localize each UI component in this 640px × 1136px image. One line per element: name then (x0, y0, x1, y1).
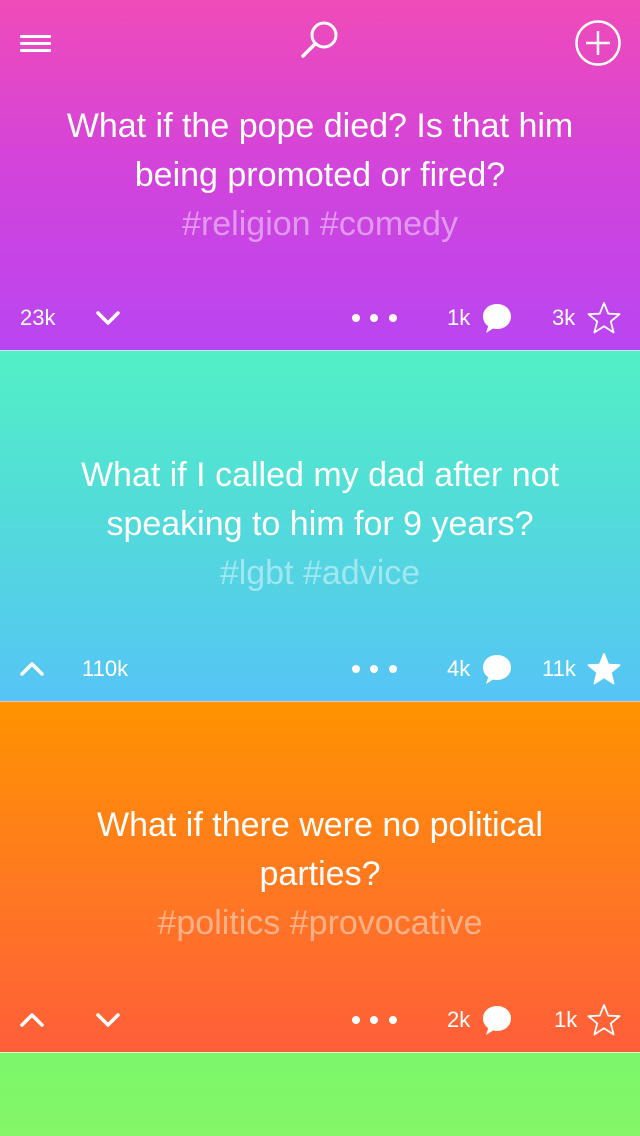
plus-circle-icon[interactable] (574, 19, 622, 67)
top-bar (0, 0, 640, 84)
more-options-icon[interactable] (352, 665, 400, 673)
more-options-icon[interactable] (352, 1016, 400, 1024)
favorite-count: 3k (552, 305, 576, 330)
card-footer: 2k 1k (0, 1000, 640, 1040)
comment-count: 2k (447, 1007, 471, 1032)
comment-bubble-icon[interactable] (481, 302, 513, 334)
vote-count: 23k (20, 305, 56, 330)
comment-count: 1k (447, 305, 471, 330)
star-outline-icon[interactable] (587, 301, 621, 335)
question-text[interactable]: What if there were no political parties?… (80, 801, 560, 948)
question-card-next[interactable] (0, 1052, 640, 1136)
star-filled-icon[interactable] (587, 652, 621, 686)
more-options-icon[interactable] (352, 314, 400, 322)
card-footer: 23k 1k 3k (0, 298, 640, 338)
upvote-chevron-icon[interactable] (18, 655, 46, 683)
upvote-chevron-icon[interactable] (18, 1006, 46, 1034)
comment-count: 4k (447, 656, 471, 681)
question-card[interactable]: What if the pope died? Is that him being… (0, 0, 640, 350)
star-outline-icon[interactable] (587, 1003, 621, 1037)
comment-bubble-icon[interactable] (481, 653, 513, 685)
question-card[interactable]: What if I called my dad after not speaki… (0, 350, 640, 701)
question-tags[interactable]: #religion #comedy (30, 200, 610, 249)
downvote-chevron-icon[interactable] (94, 304, 122, 332)
search-icon[interactable] (298, 18, 342, 62)
question-body: What if the pope died? Is that him being… (66, 107, 574, 194)
hamburger-menu-icon[interactable] (20, 35, 51, 52)
question-tags[interactable]: #lgbt #advice (30, 549, 610, 598)
favorite-count: 11k (542, 656, 576, 681)
question-card[interactable]: What if there were no political parties?… (0, 701, 640, 1052)
comment-bubble-icon[interactable] (481, 1004, 513, 1036)
question-text[interactable]: What if I called my dad after not speaki… (30, 451, 610, 598)
question-body: What if there were no political parties? (97, 806, 543, 893)
vote-count: 110k (82, 656, 129, 681)
question-body: What if I called my dad after not speaki… (80, 456, 560, 543)
favorite-count: 1k (554, 1007, 578, 1032)
question-text[interactable]: What if the pope died? Is that him being… (30, 102, 610, 249)
card-footer: 110k 4k 11k (0, 649, 640, 689)
question-tags[interactable]: #politics #provocative (80, 899, 560, 948)
downvote-chevron-icon[interactable] (94, 1006, 122, 1034)
